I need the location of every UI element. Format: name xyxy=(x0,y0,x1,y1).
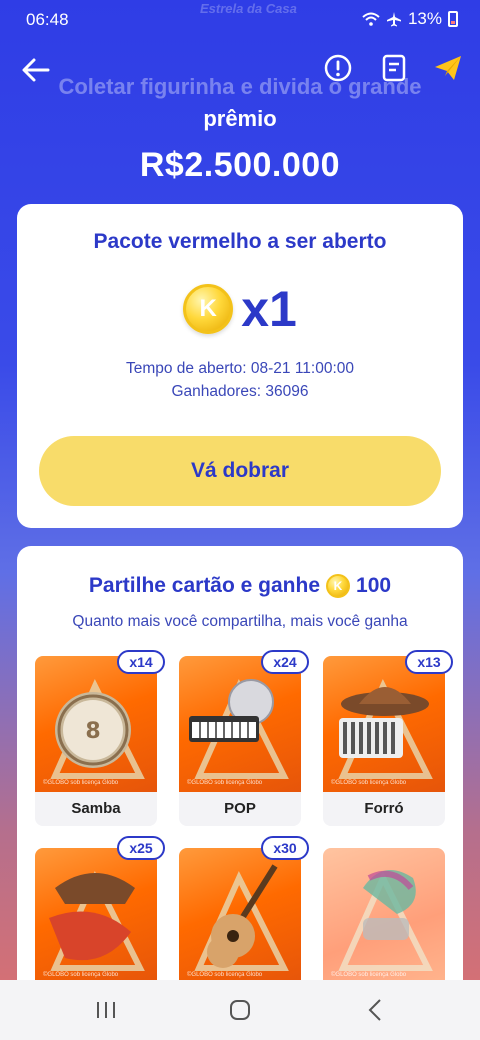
sticker-count-badge: x14 xyxy=(117,650,165,674)
status-time: 06:48 xyxy=(26,10,69,29)
status-icons: 13% xyxy=(362,9,458,29)
electric-guitar-icon: ©GLOBO sob licença Globo xyxy=(323,848,445,984)
page-title: prêmio xyxy=(203,106,277,131)
accordion-hat-icon: ©GLOBO sob licença Globo xyxy=(323,656,445,792)
sticker-count-badge: x25 xyxy=(117,836,165,860)
app-logo: Estrela da Casa xyxy=(200,1,297,16)
kwai-coin-icon: K xyxy=(326,574,351,598)
packet-count-row: K x1 xyxy=(17,280,463,338)
sticker-card-samba[interactable]: 8 ©GLOBO sob licença Globo Samba xyxy=(35,656,157,826)
sticker-label: POP xyxy=(179,792,301,826)
reward-amount: 100 xyxy=(356,574,392,597)
disco-ball-keyboard-icon: ©GLOBO sob licença Globo xyxy=(179,656,301,792)
share-card-title: Partilhe cartão e ganhe K 100 xyxy=(88,574,392,598)
sticker-card-forro[interactable]: ©GLOBO sob licença Globo Forró xyxy=(323,656,445,826)
pandeiro-icon: 8 ©GLOBO sob licença Globo xyxy=(35,656,157,792)
rules-document-icon[interactable] xyxy=(378,52,410,84)
svg-text:8: 8 xyxy=(85,719,100,744)
kwai-coin-icon: K xyxy=(183,284,234,334)
recent-apps-icon[interactable] xyxy=(86,994,126,1026)
sticker-count-badge: x30 xyxy=(261,836,309,860)
sticker-label: Samba xyxy=(35,792,157,826)
guitar-icon: ©GLOBO sob licença Globo xyxy=(179,848,301,984)
sticker-card-pop[interactable]: ©GLOBO sob licença Globo POP xyxy=(179,656,301,826)
back-arrow-icon[interactable] xyxy=(18,52,54,88)
sticker-count-badge: x13 xyxy=(405,650,453,674)
back-nav-icon[interactable] xyxy=(356,994,396,1026)
packet-count: x1 xyxy=(241,281,297,337)
red-packet-card: Pacote vermelho a ser aberto K x1 Tempo … xyxy=(17,204,463,528)
wifi-icon xyxy=(362,12,380,26)
grand-prize-amount: R$2.500.000 xyxy=(139,146,341,184)
sticker-count-badge: x24 xyxy=(261,650,309,674)
sticker-label: Forró xyxy=(323,792,445,826)
home-icon[interactable] xyxy=(220,994,260,1026)
share-card: Partilhe cartão e ganhe K 100 Quanto mai… xyxy=(17,546,463,1016)
open-time: Tempo de aberto: 08-21 11:00:00 xyxy=(125,360,355,377)
airplane-mode-icon xyxy=(386,12,401,27)
battery-percent: 13% xyxy=(407,9,442,28)
info-alert-icon[interactable] xyxy=(322,52,354,84)
battery-icon xyxy=(448,11,458,27)
winners-count: Ganhadores: 36096 xyxy=(171,383,309,400)
share-card-subtitle: Quanto mais você compartilha, mais você … xyxy=(72,613,408,630)
share-send-icon[interactable] xyxy=(432,52,464,84)
packet-card-title: Pacote vermelho a ser aberto xyxy=(93,230,387,253)
top-bar xyxy=(0,48,480,92)
hat-fan-icon: ©GLOBO sob licença Globo xyxy=(35,848,157,984)
status-bar: 06:48 Estrela da Casa 13% xyxy=(0,0,480,38)
system-nav-bar xyxy=(0,980,480,1040)
double-button[interactable]: Vá dobrar xyxy=(39,436,441,506)
